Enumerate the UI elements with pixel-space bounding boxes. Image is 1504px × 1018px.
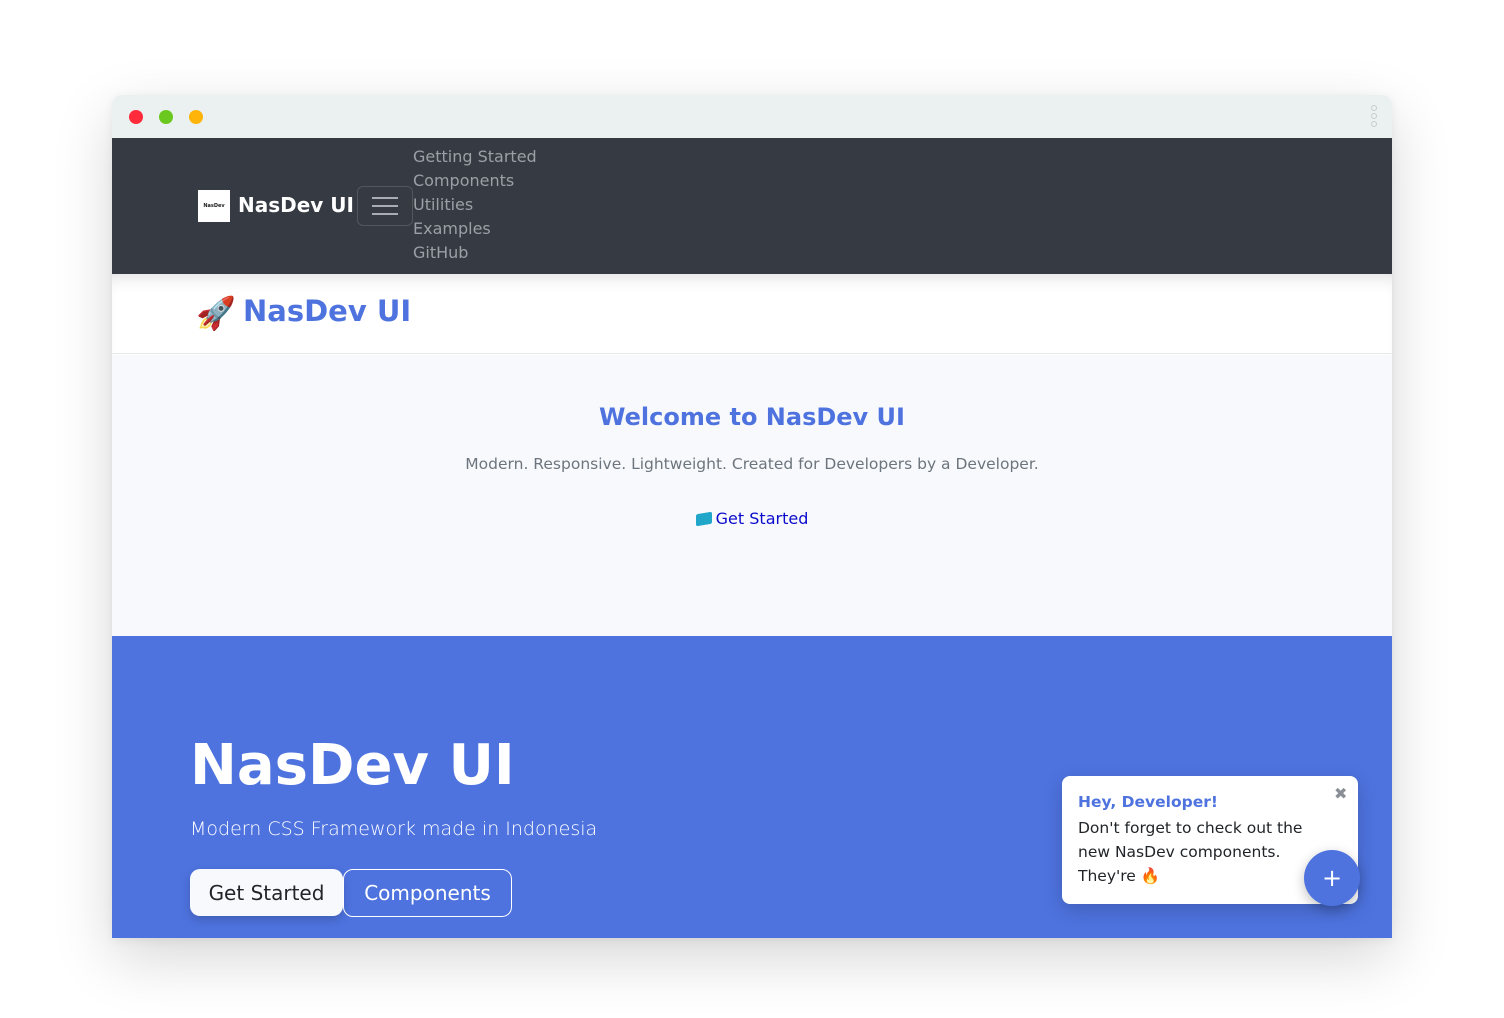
welcome-section: Welcome to NasDev UI Modern. Responsive.… <box>112 355 1392 636</box>
minimize-window-button[interactable] <box>159 110 173 124</box>
hamburger-icon <box>372 197 398 199</box>
brand-name[interactable]: NasDev UI <box>238 193 354 217</box>
page-title: NasDev UI <box>243 294 412 328</box>
nav-link-components[interactable]: Components <box>413 169 537 193</box>
components-button[interactable]: Components <box>343 869 512 917</box>
floating-action-button[interactable]: + <box>1304 850 1360 906</box>
hero-subtitle: Modern CSS Framework made in Indonesia <box>190 818 598 840</box>
get-started-link[interactable]: Get Started <box>112 509 1392 528</box>
get-started-button[interactable]: Get Started <box>190 869 343 916</box>
brand-logo[interactable]: NasDev <box>198 190 230 222</box>
book-icon <box>695 511 712 527</box>
nav-link-utilities[interactable]: Utilities <box>413 193 537 217</box>
navbar-toggle-button[interactable] <box>357 186 413 226</box>
hero-title: NasDev UI <box>190 733 515 798</box>
welcome-heading: Welcome to NasDev UI <box>599 403 905 431</box>
toast-message: Don't forget to check out the new NasDev… <box>1078 819 1303 885</box>
close-icon[interactable]: ✖ <box>1334 784 1347 804</box>
window-titlebar <box>112 95 1392 138</box>
rocket-icon: 🚀 <box>196 294 236 332</box>
nav-link-github[interactable]: GitHub <box>413 241 537 265</box>
nav-link-getting-started[interactable]: Getting Started <box>413 145 537 169</box>
get-started-link-label: Get Started <box>715 509 809 528</box>
nav-link-examples[interactable]: Examples <box>413 217 537 241</box>
maximize-window-button[interactable] <box>189 110 203 124</box>
navbar: NasDev NasDev UI Getting Started Compone… <box>112 138 1392 274</box>
welcome-lead: Modern. Responsive. Lightweight. Created… <box>465 455 1039 473</box>
page-header: 🚀 NasDev UI <box>112 274 1392 354</box>
nav-links: Getting Started Components Utilities Exa… <box>413 145 537 265</box>
toast-title: Hey, Developer! <box>1078 793 1218 811</box>
kebab-vertical-icon[interactable] <box>1368 104 1380 130</box>
close-window-button[interactable] <box>129 110 143 124</box>
